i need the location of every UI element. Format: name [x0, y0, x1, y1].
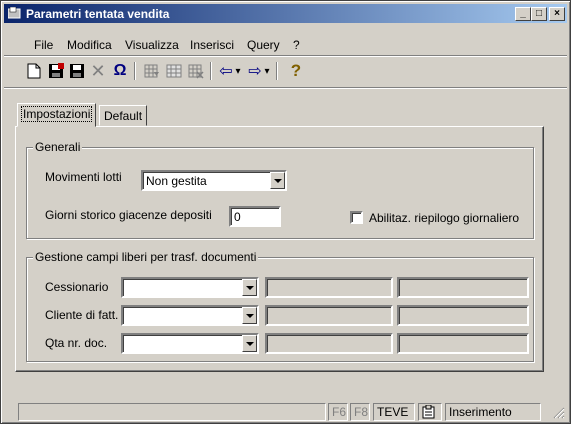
cliente-fatt-combo[interactable] [121, 305, 259, 326]
cliente-fatt-label: Cliente di fatt. [45, 308, 119, 322]
cessionario-label: Cessionario [45, 280, 109, 294]
chevron-down-icon[interactable] [242, 335, 257, 352]
giorni-storico-input[interactable]: 0 [229, 206, 281, 227]
movimenti-lotti-combo[interactable]: Non gestita [141, 170, 287, 191]
undo-icon[interactable]: Ω [110, 61, 130, 81]
status-f6: F6 [328, 403, 348, 421]
chevron-down-icon[interactable] [270, 172, 285, 189]
tab-default-label: Default [104, 109, 143, 123]
movimenti-lotti-value: Non gestita [146, 174, 207, 188]
generali-legend: Generali [33, 140, 83, 154]
clipboard-icon [418, 403, 442, 421]
maximize-button[interactable]: □ [531, 7, 547, 21]
next-icon[interactable]: ⇨ [247, 61, 263, 81]
resize-grip-icon[interactable] [553, 407, 565, 419]
tab-impostazioni[interactable]: Impostazioni [17, 103, 97, 127]
title-bar[interactable]: Parametri tentata vendita _ □ × [4, 4, 567, 23]
prev-dropdown-icon[interactable]: ▾ [233, 61, 243, 81]
riepilogo-label: Abilitaz. riepilogo giornaliero [369, 211, 520, 225]
status-message [18, 403, 326, 421]
menu-query[interactable]: Query [247, 38, 280, 52]
help-icon[interactable]: ? [286, 61, 306, 81]
status-mode: Inserimento [445, 403, 541, 421]
menu-modifica[interactable]: Modifica [67, 38, 112, 52]
qta-nr-doc-field-2 [265, 333, 393, 354]
generali-group: Generali Movimenti lotti Non gestita Gio… [26, 140, 534, 239]
delete-icon[interactable]: ✕ [88, 61, 108, 81]
menu-visualizza[interactable]: Visualizza [125, 38, 179, 52]
tab-panel: Generali Movimenti lotti Non gestita Gio… [15, 126, 544, 372]
close-button[interactable]: × [549, 7, 565, 21]
status-bar: F6 F8 TEVE Inserimento [4, 401, 567, 421]
clear-filter-icon[interactable] [186, 61, 206, 81]
menu-help[interactable]: ? [293, 38, 300, 52]
window-title: Parametri tentata vendita [26, 7, 170, 21]
chevron-down-icon[interactable] [242, 279, 257, 296]
movimenti-lotti-label: Movimenti lotti [45, 170, 122, 184]
next-dropdown-icon[interactable]: ▾ [262, 61, 272, 81]
menu-file[interactable]: File [34, 38, 53, 52]
riepilogo-checkbox[interactable] [350, 211, 363, 224]
grid-icon[interactable] [164, 61, 184, 81]
toolbar-separator-line [4, 87, 567, 89]
status-code: TEVE [373, 403, 415, 421]
cliente-fatt-field-3 [397, 305, 529, 326]
app-icon [8, 7, 21, 19]
menu-inserisci[interactable]: Inserisci [190, 38, 234, 52]
tab-impostazioni-label: Impostazioni [20, 106, 93, 122]
cessionario-combo[interactable] [121, 277, 259, 298]
qta-nr-doc-field-3 [397, 333, 529, 354]
cliente-fatt-field-2 [265, 305, 393, 326]
qta-nr-doc-label: Qta nr. doc. [45, 336, 108, 350]
qta-nr-doc-combo[interactable] [121, 333, 259, 354]
toolbar-separator [210, 62, 212, 80]
save-all-icon[interactable] [46, 61, 66, 81]
giorni-storico-value: 0 [234, 210, 241, 224]
campi-liberi-legend: Gestione campi liberi per trasf. documen… [33, 250, 259, 264]
minimize-button[interactable]: _ [515, 7, 531, 21]
status-f8: F8 [350, 403, 370, 421]
toolbar-separator [134, 62, 136, 80]
campi-liberi-group: Gestione campi liberi per trasf. documen… [26, 250, 534, 362]
app-window: Parametri tentata vendita _ □ × File Mod… [0, 0, 571, 424]
prev-icon[interactable]: ⇦ [218, 61, 234, 81]
filter-icon[interactable] [142, 61, 162, 81]
new-doc-icon[interactable] [24, 61, 44, 81]
cessionario-field-2 [265, 277, 393, 298]
toolbar: ✕ Ω ⇦ ▾ ⇨ ▾ ? [4, 57, 564, 87]
toolbar-separator [276, 62, 278, 80]
save-icon[interactable] [67, 61, 87, 81]
menu-bar: File Modifica Visualizza Inserisci Query… [4, 36, 564, 54]
tab-default[interactable]: Default [99, 105, 148, 126]
giorni-storico-label: Giorni storico giacenze depositi [45, 208, 212, 222]
chevron-down-icon[interactable] [242, 307, 257, 324]
cessionario-field-3 [397, 277, 529, 298]
